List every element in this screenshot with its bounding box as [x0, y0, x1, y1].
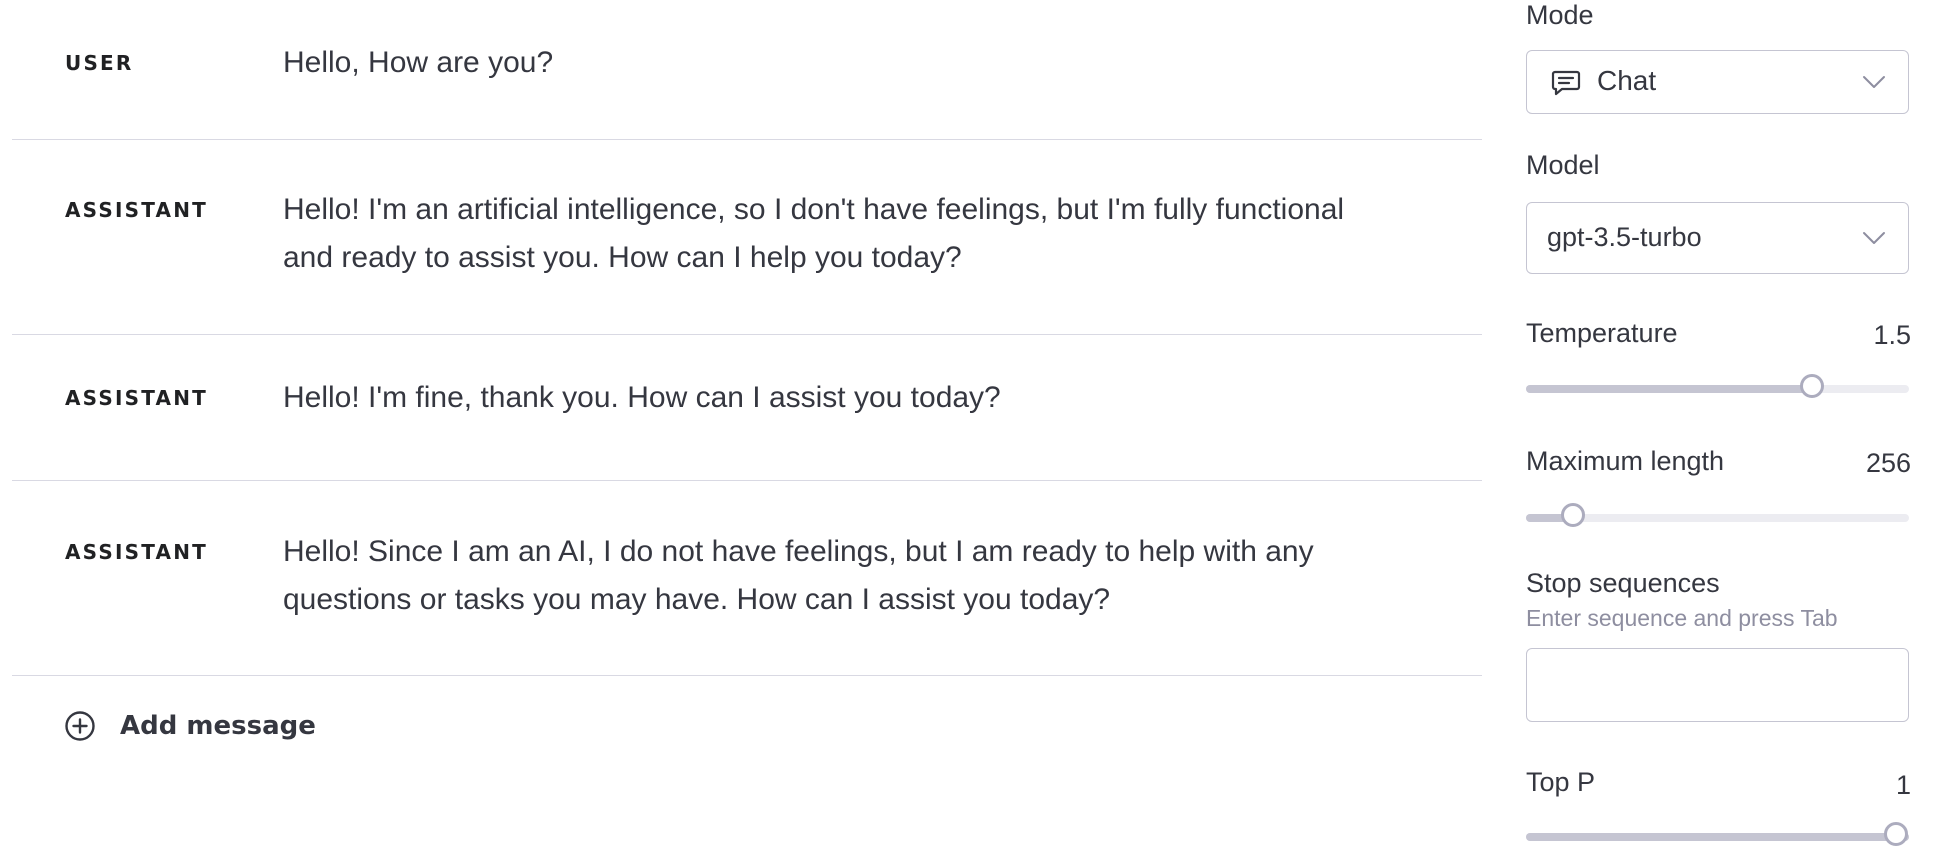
message-content[interactable]: Hello! Since I am an AI, I do not have f…: [283, 528, 1393, 624]
message-row: ASSISTANT Hello! I'm an artificial intel…: [12, 140, 1482, 335]
temperature-slider[interactable]: [1526, 374, 1909, 398]
settings-panel: Mode Chat Model gpt-3.5-turbo Temperatur…: [1526, 0, 1911, 860]
chat-bubble-icon: [1551, 70, 1581, 96]
stop-sequences-hint: Enter sequence and press Tab: [1526, 605, 1838, 631]
temperature-label: Temperature: [1526, 318, 1678, 348]
mode-value: Chat: [1597, 65, 1657, 96]
model-label: Model: [1526, 150, 1600, 180]
chevron-down-icon: [1863, 232, 1885, 244]
chevron-down-icon: [1863, 76, 1885, 88]
slider-thumb[interactable]: [1884, 822, 1908, 846]
slider-fill: [1526, 833, 1909, 841]
top-p-value[interactable]: 1: [1896, 770, 1911, 801]
message-content[interactable]: Hello! I'm an artificial intelligence, s…: [283, 186, 1393, 282]
slider-thumb[interactable]: [1800, 374, 1825, 398]
add-message-label: Add message: [120, 711, 316, 741]
slider-thumb[interactable]: [1560, 503, 1585, 527]
role-toggle-assistant[interactable]: ASSISTANT: [65, 198, 208, 222]
playground: USER Hello, How are you? ASSISTANT Hello…: [0, 0, 1934, 860]
top-p-label: Top P: [1526, 767, 1596, 797]
maximum-length-value[interactable]: 256: [1866, 448, 1911, 479]
slider-fill: [1526, 385, 1814, 393]
message-row: USER Hello, How are you?: [12, 0, 1482, 140]
add-message-button[interactable]: Add message: [64, 710, 316, 742]
message-content[interactable]: Hello! I'm fine, thank you. How can I as…: [283, 374, 1393, 422]
model-select[interactable]: gpt-3.5-turbo: [1526, 202, 1909, 274]
plus-circle-icon: [65, 711, 95, 741]
mode-label: Mode: [1526, 0, 1594, 30]
chat-messages: USER Hello, How are you? ASSISTANT Hello…: [12, 0, 1482, 860]
role-toggle-assistant[interactable]: ASSISTANT: [65, 386, 208, 410]
message-row: ASSISTANT Hello! I'm fine, thank you. Ho…: [12, 335, 1482, 481]
mode-select[interactable]: Chat: [1526, 50, 1909, 114]
stop-sequences-input[interactable]: [1526, 648, 1909, 722]
top-p-slider[interactable]: [1526, 822, 1909, 846]
stop-sequences-label: Stop sequences: [1526, 568, 1720, 598]
maximum-length-slider[interactable]: [1526, 503, 1909, 527]
role-toggle-assistant[interactable]: ASSISTANT: [65, 540, 208, 564]
message-row: ASSISTANT Hello! Since I am an AI, I do …: [12, 481, 1482, 676]
temperature-value[interactable]: 1.5: [1873, 320, 1911, 351]
role-toggle-user[interactable]: USER: [65, 51, 134, 75]
model-value: gpt-3.5-turbo: [1547, 222, 1702, 252]
maximum-length-label: Maximum length: [1526, 446, 1725, 476]
message-content[interactable]: Hello, How are you?: [283, 39, 1393, 87]
